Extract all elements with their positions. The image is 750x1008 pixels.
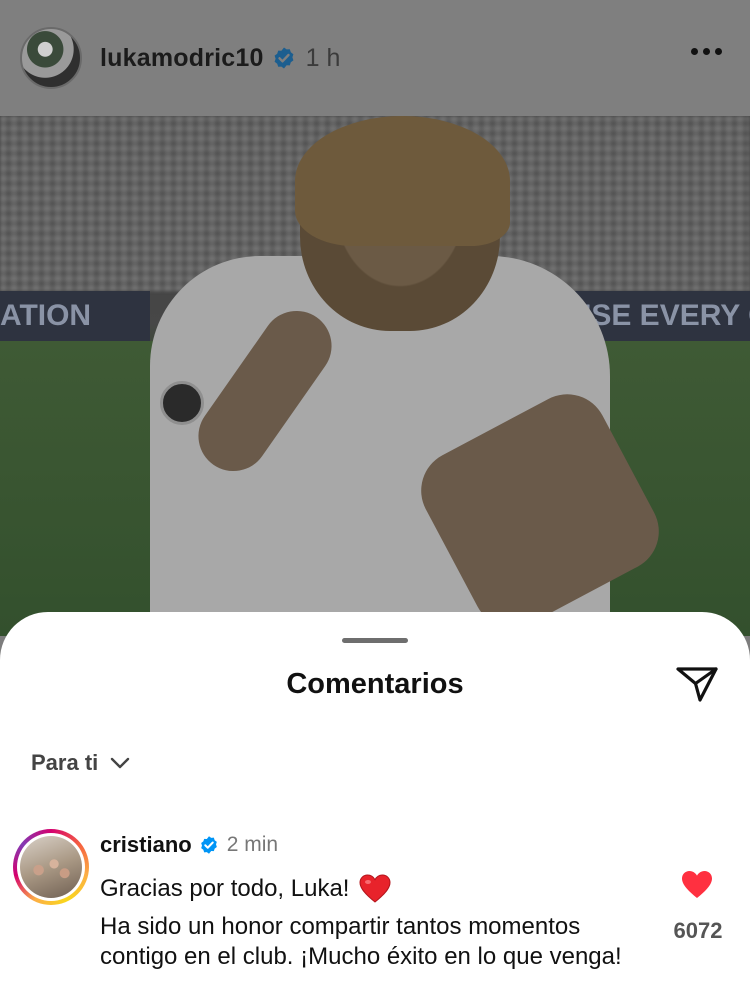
filter-label: Para ti bbox=[31, 750, 99, 775]
comment-header: cristiano 2 min bbox=[100, 832, 278, 858]
comments-sheet: Comentarios Para ti cristiano 2 min Grac… bbox=[0, 612, 750, 1008]
comment-avatar[interactable] bbox=[13, 829, 89, 905]
post-header: lukamodric10 1 h bbox=[0, 0, 750, 116]
comments-filter[interactable]: Para ti bbox=[31, 750, 130, 776]
comment-username[interactable]: cristiano bbox=[100, 832, 192, 858]
sheet-drag-handle[interactable] bbox=[342, 638, 408, 643]
billboard-left: ATION bbox=[0, 291, 150, 341]
post-time: 1 h bbox=[305, 43, 341, 72]
like-count: 6072 bbox=[673, 918, 723, 943]
ucl-badge bbox=[160, 381, 204, 425]
verified-badge-icon bbox=[272, 46, 296, 70]
heart-icon[interactable] bbox=[681, 870, 713, 900]
verified-badge-icon bbox=[199, 835, 219, 855]
comment-item: cristiano 2 min Gracias por todo, Luka! … bbox=[0, 826, 750, 1008]
comment-body: Ha sido un honor compartir tantos moment… bbox=[100, 913, 622, 970]
player-hair bbox=[295, 116, 510, 246]
comment-time: 2 min bbox=[226, 833, 279, 856]
share-icon[interactable] bbox=[675, 664, 719, 704]
post-author-avatar[interactable] bbox=[20, 27, 82, 89]
comment-line-1: Gracias por todo, Luka! bbox=[100, 875, 350, 902]
sheet-title: Comentarios bbox=[286, 668, 464, 700]
comment-text: Gracias por todo, Luka! Ha sido un honor… bbox=[100, 874, 660, 972]
red-heart-emoji-icon bbox=[359, 874, 391, 903]
chevron-down-icon bbox=[111, 757, 130, 769]
post-photo[interactable]: ATION AUSE EVERY CH bbox=[0, 116, 750, 636]
more-options-icon[interactable] bbox=[691, 48, 722, 55]
post-username[interactable]: lukamodric10 bbox=[100, 44, 264, 73]
